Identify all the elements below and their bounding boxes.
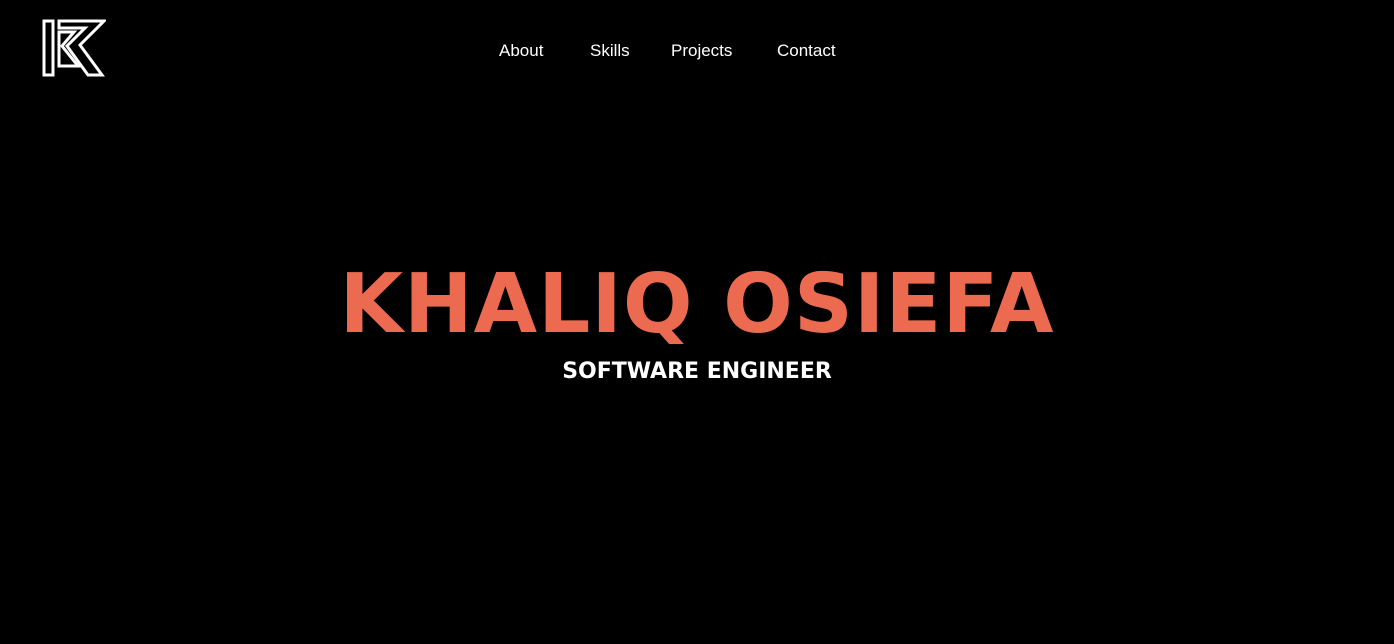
nav-link-skills[interactable]: Skills bbox=[590, 38, 630, 64]
nav-link-projects[interactable]: Projects bbox=[671, 38, 732, 64]
hero-title: SOFTWARE ENGINEER bbox=[562, 359, 832, 384]
main-nav: About Skills Projects Contact bbox=[0, 38, 1394, 64]
hero-name: KHALIQ OSIEFA bbox=[339, 257, 1055, 352]
nav-link-contact[interactable]: Contact bbox=[777, 38, 836, 64]
nav-link-about[interactable]: About bbox=[499, 38, 543, 64]
